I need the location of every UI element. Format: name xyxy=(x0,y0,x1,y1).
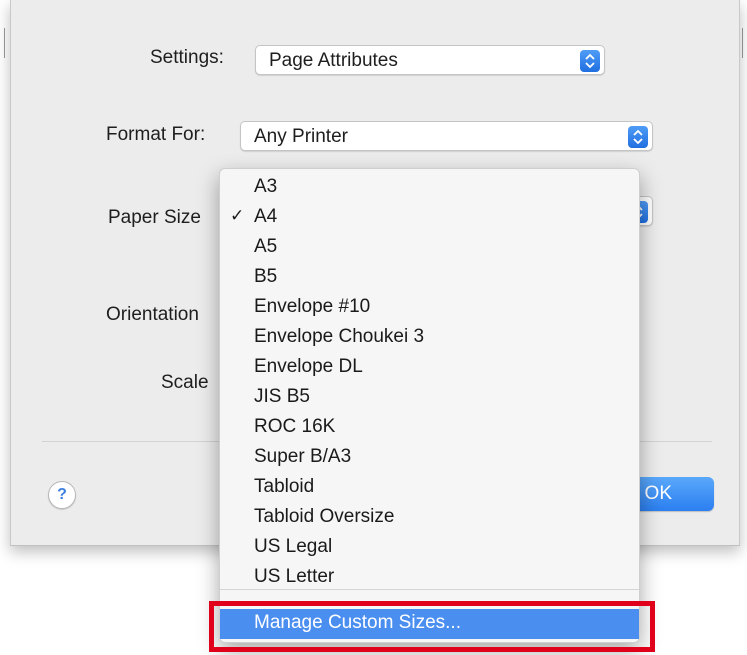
ok-button-label: OK xyxy=(644,483,672,504)
menu-item-b5[interactable]: B5 xyxy=(220,263,639,293)
format-for-label: Format For: xyxy=(106,124,206,145)
menu-divider xyxy=(220,589,639,590)
menu-item-envelope-choukei-3[interactable]: Envelope Choukei 3 xyxy=(220,323,639,353)
settings-label: Settings: xyxy=(150,47,224,68)
checkmark-icon: ✓ xyxy=(230,206,245,225)
paper-size-label: Paper Size xyxy=(108,207,201,228)
menu-item-tabloid[interactable]: Tabloid xyxy=(220,473,639,503)
menu-item-a5[interactable]: A5 xyxy=(220,233,639,263)
menu-item-jis-b5[interactable]: JIS B5 xyxy=(220,383,639,413)
annotation-highlight-box xyxy=(209,601,655,652)
window-edge-right xyxy=(742,28,743,58)
settings-stepper-icon xyxy=(580,50,600,72)
menu-item-super-b-a3[interactable]: Super B/A3 xyxy=(220,443,639,473)
settings-value: Page Attributes xyxy=(269,50,398,71)
scale-label: Scale xyxy=(161,372,209,393)
menu-item-a4[interactable]: ✓ A4 xyxy=(220,203,639,233)
settings-popup[interactable]: Page Attributes xyxy=(255,45,605,75)
menu-item-envelope-10[interactable]: Envelope #10 xyxy=(220,293,639,323)
format-for-stepper-icon xyxy=(628,126,648,148)
menu-item-a3[interactable]: A3 xyxy=(220,173,639,203)
help-button[interactable]: ? xyxy=(48,481,76,509)
format-for-popup[interactable]: Any Printer xyxy=(240,121,653,151)
menu-item-roc-16k[interactable]: ROC 16K xyxy=(220,413,639,443)
orientation-label: Orientation xyxy=(106,304,199,325)
menu-item-envelope-dl[interactable]: Envelope DL xyxy=(220,353,639,383)
menu-item-tabloid-oversize[interactable]: Tabloid Oversize xyxy=(220,503,639,533)
menu-item-us-legal[interactable]: US Legal xyxy=(220,533,639,563)
format-for-value: Any Printer xyxy=(254,126,348,147)
paper-size-menu: A3 ✓ A4 A5 B5 Envelope #10 Envelope Chouk… xyxy=(219,168,640,643)
window-edge-left xyxy=(4,28,5,58)
